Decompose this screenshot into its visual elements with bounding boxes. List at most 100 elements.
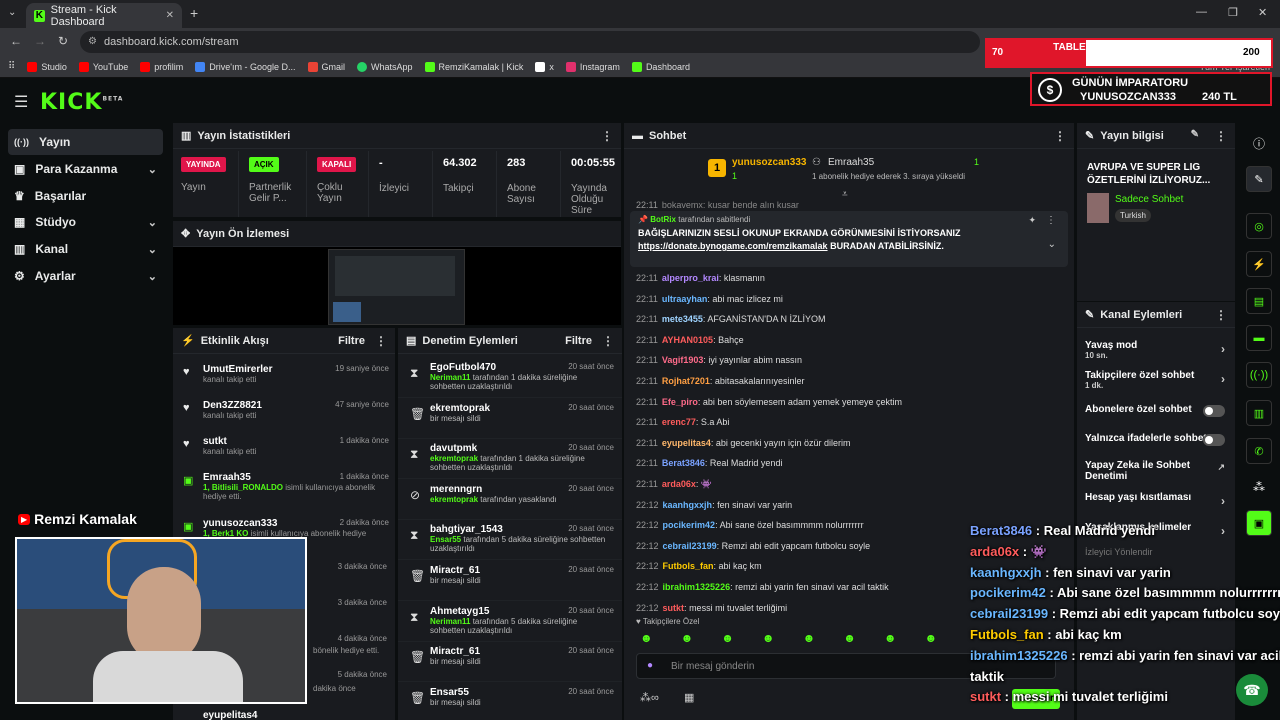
sidebar-item-ayarlar[interactable]: ⚙ Ayarlar ⌄: [8, 263, 163, 289]
toggle-switch[interactable]: [1203, 405, 1225, 417]
category-link[interactable]: Sadece Sohbet: [1115, 194, 1183, 205]
sidebar-item-studyo[interactable]: ▦ Stüdyo ⌄: [8, 209, 163, 235]
channel-action[interactable]: Yapay Zeka ile Sohbet Denetimi ↗: [1077, 460, 1235, 482]
apps-icon[interactable]: ⁂: [1253, 480, 1265, 494]
more-icon[interactable]: ⋮: [1215, 129, 1227, 143]
moderator-name[interactable]: ekremtoprak: [430, 454, 478, 463]
top-gifter-card[interactable]: 1 yunusozcan333 1: [708, 155, 818, 185]
microphone-icon[interactable]: ●: [647, 660, 653, 671]
moderator-name[interactable]: Ensar55: [430, 535, 461, 544]
filter-button[interactable]: Filtre: [338, 335, 365, 347]
chat-bubble-icon[interactable]: ▬: [1246, 325, 1272, 351]
channel-action[interactable]: Hesap yaşı kısıtlaması ›: [1077, 492, 1235, 508]
bookmark-item[interactable]: profilim: [140, 61, 183, 72]
bookmark-item[interactable]: Drive'ım - Google D...: [195, 61, 296, 72]
activity-user[interactable]: eyupelitas4: [203, 710, 257, 720]
emote-icon[interactable]: ☻: [762, 631, 775, 653]
more-icon[interactable]: ⋮: [1046, 215, 1056, 226]
chat-username[interactable]: cebrail23199: [663, 541, 717, 551]
sidebar-item-yayin[interactable]: ((·)) Yayın: [8, 129, 163, 155]
chat-username[interactable]: mete3455: [662, 314, 703, 324]
bookmark-item[interactable]: Instagram: [565, 61, 620, 72]
chat-username[interactable]: Rojhat7201: [662, 376, 710, 386]
kick-logo[interactable]: KICKBETA: [40, 90, 123, 115]
moderator-name[interactable]: ekremtoprak: [430, 495, 478, 504]
chat-username[interactable]: ibrahim1325226: [663, 582, 731, 592]
broadcast-icon[interactable]: ((·)): [1246, 362, 1272, 388]
close-window-icon[interactable]: ✕: [1258, 6, 1267, 19]
emote-icon[interactable]: ☻: [843, 631, 856, 653]
chat-username[interactable]: sutkt: [663, 603, 685, 613]
channel-action[interactable]: Abonelere özel sohbet: [1077, 404, 1235, 417]
emote-icon[interactable]: ☻: [884, 631, 897, 653]
unpin-icon[interactable]: ✦: [1028, 215, 1036, 226]
moderator-name[interactable]: Neriman11: [430, 373, 470, 382]
chat-username[interactable]: eyupelitas4: [662, 438, 711, 448]
chat-username[interactable]: alperpro_krai: [662, 273, 719, 283]
bookmark-item[interactable]: Gmail: [307, 61, 345, 72]
more-icon[interactable]: ⋮: [602, 334, 614, 348]
channel-action[interactable]: Yalnızca ifadelerle sohbet: [1077, 433, 1235, 446]
filter-button[interactable]: Filtre: [565, 335, 592, 347]
minimize-icon[interactable]: —: [1196, 6, 1207, 18]
more-icon[interactable]: ⋮: [601, 129, 613, 143]
bookmark-item[interactable]: Studio: [27, 61, 67, 72]
menu-icon[interactable]: ☰: [14, 92, 28, 112]
more-icon[interactable]: ⋮: [375, 334, 387, 348]
chevron-down-icon[interactable]: ⌄: [1048, 239, 1056, 250]
maximize-icon[interactable]: ❐: [1228, 6, 1238, 19]
close-tab-icon[interactable]: ✕: [166, 10, 174, 21]
tab-list-icon[interactable]: ⌄: [8, 7, 16, 18]
chat-username[interactable]: kaanhgxxjh: [663, 500, 713, 510]
site-info-icon[interactable]: ⚙: [88, 31, 97, 53]
target-icon[interactable]: ◎: [1246, 213, 1272, 239]
chat-username[interactable]: pocikerim42: [663, 520, 716, 530]
emote-icon[interactable]: ☻: [803, 631, 816, 653]
bookmark-item[interactable]: x: [535, 61, 554, 72]
apps-icon[interactable]: ⠿: [8, 61, 15, 72]
support-icon[interactable]: ☎: [1236, 674, 1268, 706]
settings-icon[interactable]: ⁂∞: [640, 691, 659, 704]
wrench-icon[interactable]: ✆: [1246, 438, 1272, 464]
bolt-icon[interactable]: ⚡: [1246, 251, 1272, 277]
more-icon[interactable]: ⋮: [1215, 308, 1227, 322]
edit-icon[interactable]: ✎: [1191, 129, 1199, 140]
storage-icon[interactable]: ▥: [1246, 400, 1272, 426]
donate-link[interactable]: https://donate.bynogame.com/remzikamalak: [638, 241, 828, 251]
emote-icon[interactable]: ☻: [681, 631, 694, 653]
sidebar-item-basarilar[interactable]: ♛ Başarılar: [8, 183, 163, 209]
store-icon[interactable]: ▦: [684, 691, 694, 704]
plugin-icon[interactable]: ▣: [1246, 510, 1272, 536]
edit-icon[interactable]: ✎: [1246, 166, 1272, 192]
new-tab-icon[interactable]: +: [190, 5, 198, 21]
more-icon[interactable]: ⋮: [1054, 129, 1066, 143]
chat-username[interactable]: Vagif1903: [662, 355, 704, 365]
bookmark-item[interactable]: YouTube: [78, 61, 128, 72]
channel-action[interactable]: Takipçilere özel sohbet 1 dk. ›: [1077, 370, 1235, 390]
sidebar-item-kanal[interactable]: ▥ Kanal ⌄: [8, 236, 163, 262]
emote-icon[interactable]: ☻: [640, 631, 653, 653]
second-gifter-card[interactable]: ⚇ Emraah35 1 1 abonelik hediye ederek 3.…: [812, 155, 1002, 185]
back-icon[interactable]: ←: [10, 34, 22, 48]
chat-username[interactable]: Futbols_fan: [663, 561, 714, 571]
info-icon[interactable]: ⓘ: [1253, 135, 1265, 152]
collapse-icon[interactable]: ⩡: [842, 189, 848, 200]
browser-tab[interactable]: K Stream - Kick Dashboard ✕: [26, 3, 182, 28]
reload-icon[interactable]: ↻: [58, 34, 68, 48]
stream-thumbnail[interactable]: [328, 249, 465, 325]
emote-icon[interactable]: ☻: [721, 631, 734, 653]
sidebar-item-para-kazanma[interactable]: ▣ Para Kazanma ⌄: [8, 156, 163, 182]
bookmark-item[interactable]: RemziKamalak | Kick: [424, 61, 523, 72]
chat-username[interactable]: ultraayhan: [662, 294, 708, 304]
chat-username[interactable]: arda06x: [662, 479, 696, 489]
chat-username[interactable]: AYHAN0105: [662, 335, 713, 345]
bookmark-item[interactable]: WhatsApp: [357, 61, 413, 72]
chat-username[interactable]: Berat3846: [662, 458, 705, 468]
clipboard-icon[interactable]: ▤: [1246, 288, 1272, 314]
chat-username[interactable]: erenc77: [662, 417, 696, 427]
forward-icon[interactable]: →: [34, 34, 46, 48]
chat-username[interactable]: Efe_piro: [662, 397, 698, 407]
channel-action[interactable]: Yavaş mod 10 sn. ›: [1077, 340, 1235, 360]
emote-icon[interactable]: ☻: [924, 631, 937, 653]
address-bar[interactable]: ⚙ dashboard.kick.com/stream: [80, 31, 980, 53]
